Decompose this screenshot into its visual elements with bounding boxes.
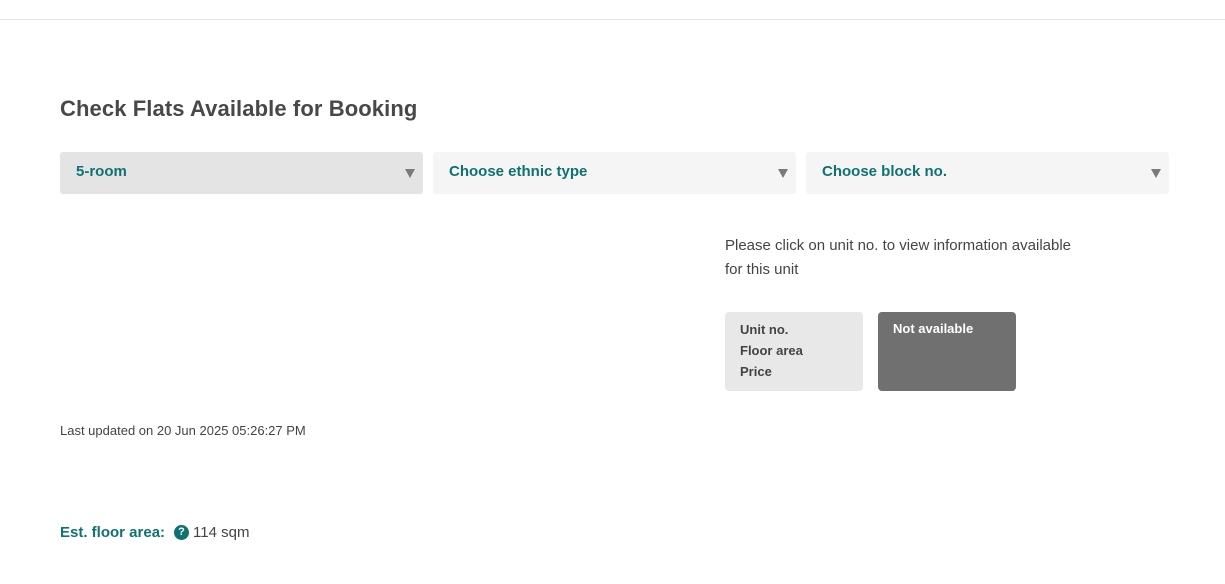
flat-type-select[interactable]: 5-room: [60, 152, 423, 194]
legend-unit-info: Unit no. Floor area Price: [725, 312, 863, 391]
floor-area-label: Est. floor area:: [60, 524, 166, 541]
page-title: Check Flats Available for Booking: [60, 96, 418, 121]
chevron-down-icon: [1151, 169, 1161, 178]
block-no-select-label: Choose block no.: [822, 163, 948, 180]
unit-instructions: Please click on unit no. to view informa…: [725, 237, 1072, 278]
est-floor-area: Est. floor area: ? 114 sqm: [60, 524, 249, 541]
flat-type-select-label: 5-room: [76, 163, 127, 180]
legend-not-available: Not available: [878, 312, 1016, 391]
legend-floor-area: Floor area: [740, 343, 803, 358]
chevron-down-icon: [405, 169, 415, 178]
ethnic-type-select-label: Choose ethnic type: [449, 163, 588, 180]
ethnic-type-select[interactable]: Choose ethnic type: [433, 152, 796, 194]
chevron-down-icon: [778, 169, 788, 178]
legend-price: Price: [740, 364, 772, 379]
floor-area-value: 114 sqm: [193, 524, 250, 541]
legend-unit-no: Unit no.: [740, 322, 789, 337]
top-divider: [0, 19, 1225, 20]
block-no-select[interactable]: Choose block no.: [806, 152, 1169, 194]
last-updated-text: Last updated on 20 Jun 2025 05:26:27 PM: [60, 423, 306, 438]
help-icon[interactable]: ?: [174, 525, 190, 540]
legend-not-available-label: Not available: [893, 321, 974, 336]
